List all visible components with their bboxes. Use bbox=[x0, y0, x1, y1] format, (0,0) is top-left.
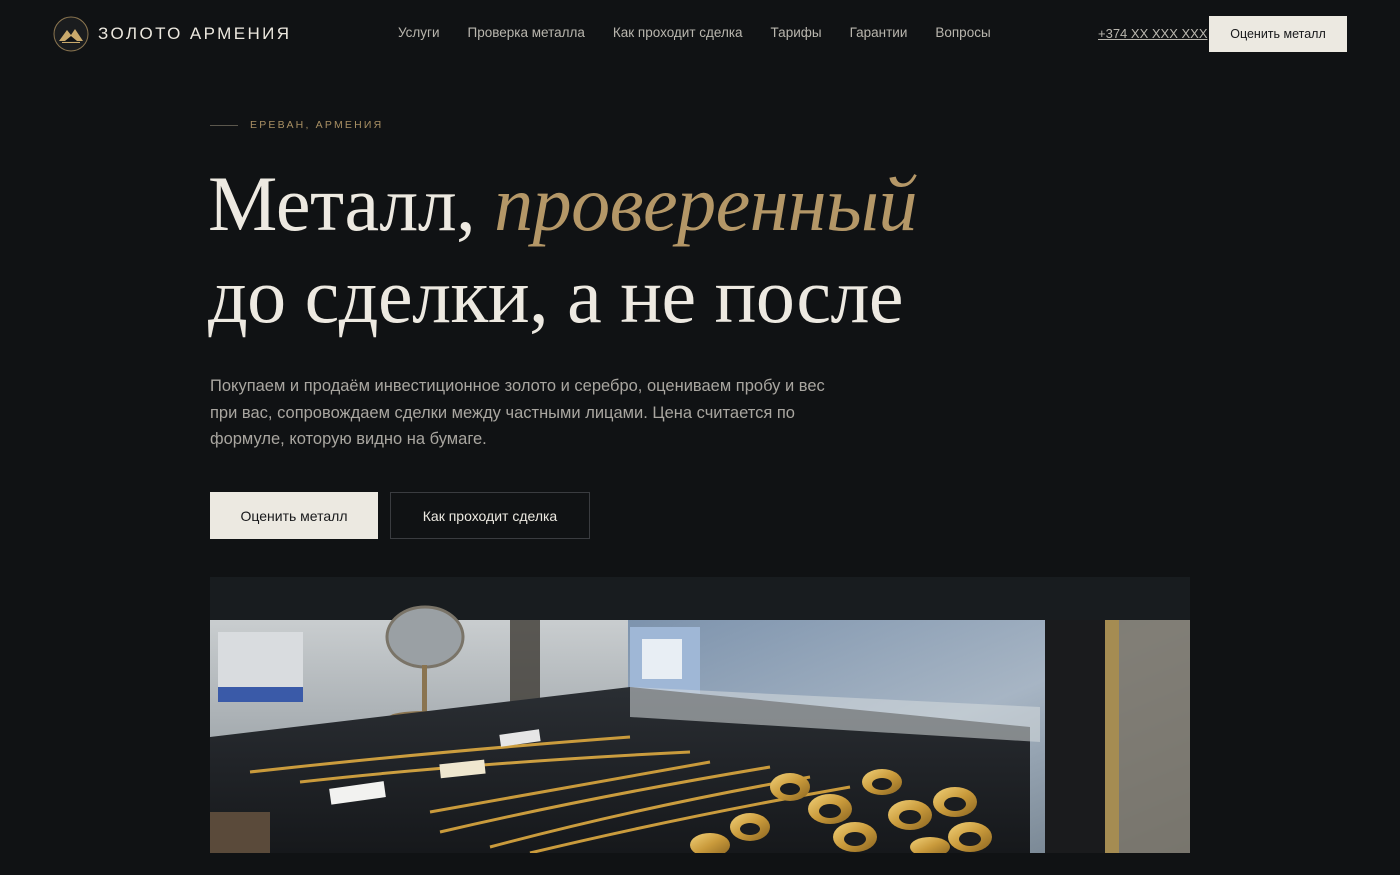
nav-item-deal-process[interactable]: Как проходит сделка bbox=[613, 25, 743, 40]
hero-title-part1: Металл, bbox=[208, 160, 495, 247]
nav-item-pricing[interactable]: Тарифы bbox=[771, 25, 822, 40]
eyebrow-divider bbox=[210, 124, 238, 126]
mountain-logo-icon bbox=[53, 16, 89, 52]
main-nav: Услуги Проверка металла Как проходит сде… bbox=[398, 25, 1019, 40]
hero-eyebrow: ЕРЕВАН, АРМЕНИЯ bbox=[210, 119, 383, 131]
header-evaluate-button[interactable]: Оценить металл bbox=[1209, 16, 1347, 52]
site-header: ЗОЛОТО АРМЕНИЯ Услуги Проверка металла К… bbox=[0, 0, 1400, 68]
phone-link[interactable]: +374 XX XXX XXX bbox=[1098, 26, 1207, 41]
eyebrow-location: ЕРЕВАН, АРМЕНИЯ bbox=[250, 119, 384, 131]
hero-lead: Покупаем и продаём инвестиционное золото… bbox=[210, 377, 825, 448]
hero-image-showcase bbox=[210, 577, 1190, 853]
nav-item-guarantees[interactable]: Гарантии bbox=[850, 25, 908, 40]
hero-title: Металл, проверенный до сделки, а не после bbox=[208, 158, 917, 342]
nav-item-faq[interactable]: Вопросы bbox=[935, 25, 990, 40]
evaluate-metal-button[interactable]: Оценить металл bbox=[210, 492, 378, 539]
deal-process-button[interactable]: Как проходит сделка bbox=[390, 492, 590, 539]
nav-item-services[interactable]: Услуги bbox=[398, 25, 440, 40]
hero-title-part2: до сделки, а не после bbox=[208, 252, 904, 339]
jewelry-display-photo bbox=[210, 577, 1190, 853]
hero-title-accent: проверенный bbox=[494, 160, 917, 247]
nav-item-metal-check[interactable]: Проверка металла bbox=[468, 25, 585, 40]
brand-logo[interactable]: ЗОЛОТО АРМЕНИЯ bbox=[53, 16, 291, 52]
brand-name: ЗОЛОТО АРМЕНИЯ bbox=[98, 24, 292, 43]
